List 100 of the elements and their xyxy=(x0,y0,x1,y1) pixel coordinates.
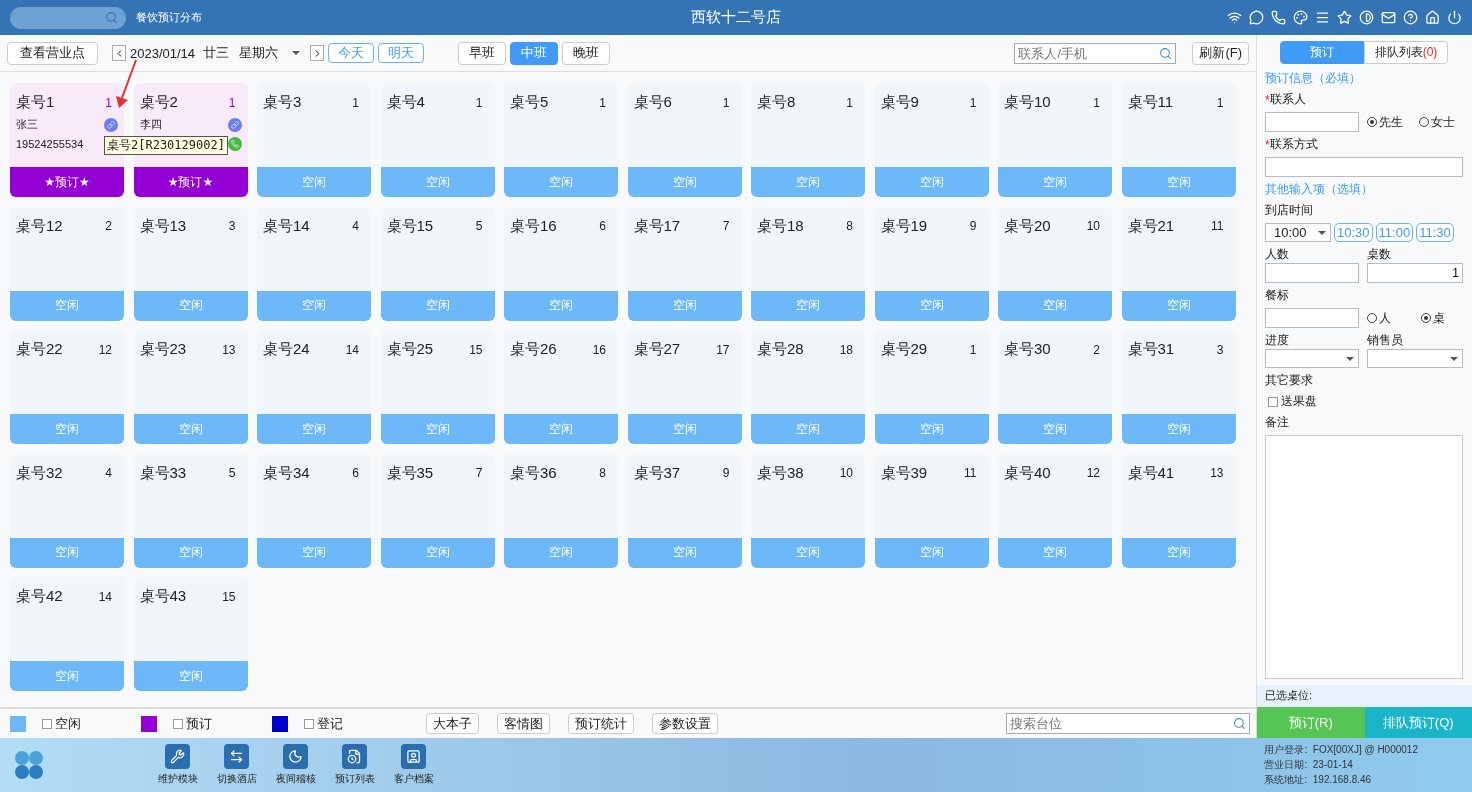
table-status: 空闲 xyxy=(627,414,742,444)
field-label: 人数 xyxy=(1265,246,1290,263)
table-status: 空闲 xyxy=(627,537,742,568)
radio-label: 桌 xyxy=(1433,309,1445,327)
table-name: 桌号30 xyxy=(1004,340,1051,359)
table-name: 桌号42 xyxy=(16,587,63,606)
table-status: 空闲 xyxy=(874,414,989,444)
radio-label: 女士 xyxy=(1431,113,1455,131)
table-name: 桌号9 xyxy=(880,93,919,112)
table-name: 桌号4 xyxy=(386,93,425,112)
table-name: 桌号19 xyxy=(880,216,928,236)
seat-count: 4 xyxy=(352,219,359,233)
table-name: 桌号11 xyxy=(1127,93,1174,112)
table-status: 空闲 xyxy=(380,537,495,568)
seat-count: 11 xyxy=(1211,219,1224,233)
field-label: 到店时间 xyxy=(1265,202,1314,219)
table-status: 空闲 xyxy=(504,537,618,568)
table-status: 空闲 xyxy=(874,290,989,321)
seat-count: 16 xyxy=(592,342,606,357)
guest-name: 张三 xyxy=(16,117,38,132)
radio-label: 先生 xyxy=(1379,113,1403,131)
table-name: 桌号1 xyxy=(16,93,55,112)
table-name: 桌号41 xyxy=(1127,463,1175,483)
table-status: 空闲 xyxy=(133,414,248,444)
table-status: 空闲 xyxy=(133,661,248,691)
table-name: 桌号12 xyxy=(16,216,63,236)
seat-count: 4 xyxy=(105,466,112,480)
table-name: 桌号34 xyxy=(263,463,310,483)
table-status: 空闲 xyxy=(504,290,618,321)
seat-count: 12 xyxy=(98,342,112,357)
field-label: 联系人 xyxy=(1269,91,1306,108)
table-status: 空闲 xyxy=(257,290,371,321)
table-status: 空闲 xyxy=(751,537,865,568)
table-name: 桌号14 xyxy=(263,216,310,236)
seat-count: 1 xyxy=(969,342,977,357)
status-text: 用户登录: FOX[00XJ] @ H000012 xyxy=(1264,743,1418,757)
table-name: 桌号32 xyxy=(16,463,63,483)
table-name: 桌号22 xyxy=(16,340,63,359)
lunar-date-text: 廿三 xyxy=(203,44,230,62)
table-status: 空闲 xyxy=(874,537,989,568)
table-status: 空闲 xyxy=(998,167,1112,197)
seat-count: 14 xyxy=(98,589,112,604)
seat-count: 10 xyxy=(1086,219,1100,233)
seat-count: 8 xyxy=(846,219,853,233)
table-status: ★预订★ xyxy=(133,167,248,197)
seat-count: 13 xyxy=(222,342,236,357)
table-name: 桌号5 xyxy=(510,93,549,112)
seat-count: 15 xyxy=(469,342,483,357)
seat-count: 12 xyxy=(1086,466,1100,480)
table-name: 桌号33 xyxy=(139,463,187,483)
seat-count: 3 xyxy=(228,219,236,233)
table-status: ★预订★ xyxy=(10,167,124,197)
table-status: 空闲 xyxy=(133,537,248,568)
seat-count: 2 xyxy=(1093,342,1100,357)
seat-count: 9 xyxy=(722,466,730,480)
seat-count: 1 xyxy=(1093,95,1100,110)
table-name: 桌号24 xyxy=(263,340,310,359)
selected-tables-label: 已选桌位: xyxy=(1257,685,1472,707)
table-status: 空闲 xyxy=(1121,167,1236,197)
table-name: 桌号17 xyxy=(633,216,681,236)
table-status: 空闲 xyxy=(380,290,495,321)
required-mark: * xyxy=(1265,92,1270,107)
table-name: 桌号20 xyxy=(1004,216,1051,236)
seat-count: 7 xyxy=(722,219,730,233)
legend-label: 预订 xyxy=(186,714,212,733)
weekday-text: 星期六 xyxy=(239,44,279,62)
seat-count: 1 xyxy=(1216,95,1224,110)
section-title: 其他输入项（选填） xyxy=(1265,181,1374,198)
seat-count: 3 xyxy=(1216,342,1224,357)
table-name: 桌号35 xyxy=(386,463,434,483)
table-name: 桌号39 xyxy=(880,463,928,483)
table-status: 空闲 xyxy=(1121,290,1236,321)
table-status: 空闲 xyxy=(998,537,1112,568)
seat-count: 9 xyxy=(969,219,977,233)
status-text: 营业日期: 23-01-14 xyxy=(1264,758,1354,772)
seat-count: 5 xyxy=(475,219,483,233)
table-status: 空闲 xyxy=(10,414,124,444)
seat-count: 5 xyxy=(228,466,236,480)
seat-count: 7 xyxy=(475,466,483,480)
table-name: 桌号29 xyxy=(880,340,928,359)
table-name: 桌号13 xyxy=(139,216,187,236)
date-text: 2023/01/14 xyxy=(130,45,196,61)
status-text: 系统地址: 192.168.8.46 xyxy=(1264,773,1373,787)
tooltip: 桌号2[R230129002] xyxy=(104,136,228,155)
field-label: 餐标 xyxy=(1265,287,1290,304)
table-name: 桌号31 xyxy=(1127,340,1175,359)
table-status: 空闲 xyxy=(751,167,865,197)
table-status: 空闲 xyxy=(504,414,618,444)
table-status: 空闲 xyxy=(1121,414,1236,444)
field-label: 进度 xyxy=(1265,332,1290,349)
field-label: 联系方式 xyxy=(1269,136,1318,153)
table-status: 空闲 xyxy=(133,290,248,321)
table-name: 桌号26 xyxy=(510,340,557,359)
seat-count: 6 xyxy=(599,219,606,233)
phone-number: 19524255534 xyxy=(16,138,84,150)
table-name: 桌号16 xyxy=(510,216,557,236)
table-name: 桌号27 xyxy=(633,340,681,359)
seat-count: 10 xyxy=(839,466,853,480)
table-name: 桌号38 xyxy=(757,463,804,483)
table-status: 空闲 xyxy=(10,661,124,691)
